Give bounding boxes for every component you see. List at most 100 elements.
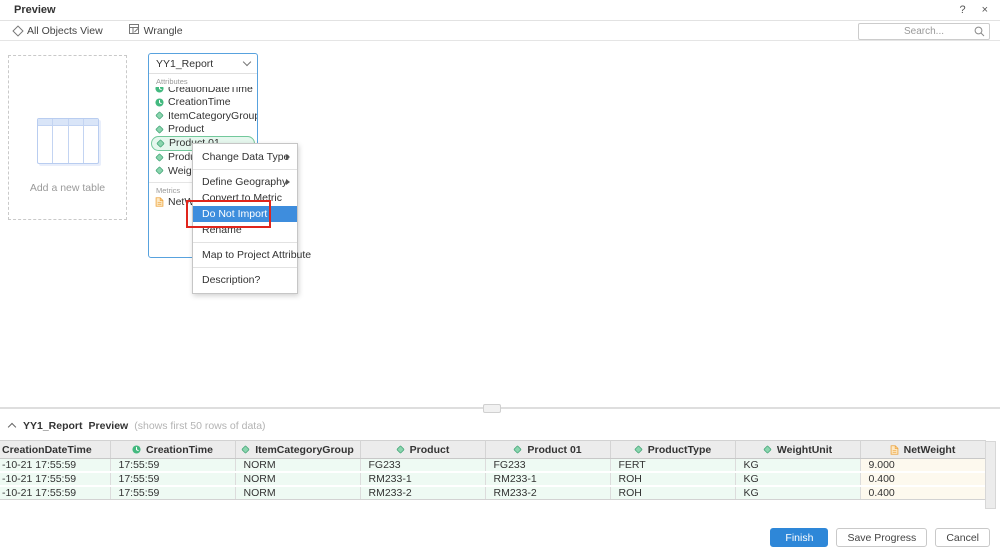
attribute-item-creationdatetime[interactable]: CreationDateTime xyxy=(149,87,257,96)
attribute-item-creationtime[interactable]: CreationTime xyxy=(149,96,257,110)
table-cell: NORM xyxy=(235,472,360,486)
table-cell: 17:55:59 xyxy=(110,486,235,500)
attribute-diamond-icon xyxy=(396,445,405,454)
clock-icon xyxy=(155,87,164,93)
search-placeholder: Search... xyxy=(904,26,944,37)
all-objects-view-label: All Objects View xyxy=(27,25,103,37)
search-input[interactable]: Search... xyxy=(858,23,990,40)
preview-label: Preview xyxy=(89,420,129,432)
all-objects-view-button[interactable]: All Objects View xyxy=(14,25,103,37)
add-table-label: Add a new table xyxy=(9,182,126,194)
column-header-product-01[interactable]: Product 01 xyxy=(485,441,610,459)
table-cell: -10-21 17:55:59 xyxy=(0,486,110,500)
attribute-diamond-icon xyxy=(241,445,250,454)
table-cell: ROH xyxy=(610,472,735,486)
table-cell: 0.400 xyxy=(860,472,985,486)
column-header-label: NetWeight xyxy=(904,444,956,456)
table-cell: ROH xyxy=(610,486,735,500)
column-header-label: ProductType xyxy=(648,444,711,456)
close-button[interactable]: × xyxy=(982,4,988,16)
column-header-producttype[interactable]: ProductType xyxy=(610,441,735,459)
all-objects-view-icon xyxy=(12,25,23,36)
attribute-diamond-icon xyxy=(513,445,522,454)
submenu-arrow-icon xyxy=(286,179,290,185)
preview-note: (shows first 50 rows of data) xyxy=(134,420,265,432)
attribute-item-label: CreationTime xyxy=(168,96,231,108)
clock-icon xyxy=(132,445,141,454)
preview-table-name: YY1_Report xyxy=(23,420,83,432)
collapse-chevron-icon[interactable] xyxy=(8,423,16,431)
attribute-item-product[interactable]: Product xyxy=(149,123,257,137)
column-header-itemcategorygroup[interactable]: ItemCategoryGroup xyxy=(235,441,360,459)
menu-item-do-not-import[interactable]: Do Not Import xyxy=(193,206,297,222)
attribute-diamond-icon xyxy=(763,445,772,454)
column-header-label: WeightUnit xyxy=(777,444,832,456)
metric-icon xyxy=(890,445,899,455)
table-header-row: CreationDateTime CreationTimeItemCategory… xyxy=(0,441,985,459)
attribute-diamond-icon xyxy=(156,139,165,148)
attribute-item-label: Product xyxy=(168,123,204,135)
dataset-card-header[interactable]: YY1_Report xyxy=(149,54,257,74)
clock-icon xyxy=(155,98,164,107)
menu-item-description-[interactable]: Description? xyxy=(193,272,297,288)
table-cell: NORM xyxy=(235,486,360,500)
table-cell: FERT xyxy=(610,459,735,473)
add-new-table-dropzone[interactable]: Add a new table xyxy=(8,55,127,220)
attribute-diamond-icon xyxy=(155,125,164,134)
table-cell: 0.400 xyxy=(860,486,985,500)
menu-item-convert-to-metric[interactable]: Convert to Metric xyxy=(193,190,297,206)
dataset-title: YY1_Report xyxy=(156,58,244,70)
wrangle-button[interactable]: Wrangle xyxy=(129,24,183,37)
menu-item-change-data-type[interactable]: Change Data Type xyxy=(193,149,297,165)
attributes-section-label: Attributes xyxy=(149,74,257,87)
column-header-label: Product xyxy=(410,444,450,456)
attribute-item-itemcategorygroup[interactable]: ItemCategoryGroup xyxy=(149,109,257,123)
save-progress-button[interactable]: Save Progress xyxy=(836,528,927,547)
table-cell: KG xyxy=(735,459,860,473)
column-header-product[interactable]: Product xyxy=(360,441,485,459)
column-header-netweight[interactable]: NetWeight xyxy=(860,441,985,459)
table-scrollbar[interactable] xyxy=(985,441,996,509)
table-row: -10-21 17:55:5917:55:59NORMRM233-2RM233-… xyxy=(0,486,985,500)
column-header-label: Product 01 xyxy=(527,444,581,456)
table-cell: 17:55:59 xyxy=(110,472,235,486)
table-icon xyxy=(37,118,99,164)
table-cell: -10-21 17:55:59 xyxy=(0,472,110,486)
chevron-down-icon xyxy=(243,58,251,66)
table-cell: NORM xyxy=(235,459,360,473)
cancel-button[interactable]: Cancel xyxy=(935,528,990,547)
wrangle-icon xyxy=(129,24,139,37)
table-cell: 17:55:59 xyxy=(110,459,235,473)
preview-table-container: CreationDateTime CreationTimeItemCategory… xyxy=(0,440,1000,510)
context-menu: Change Data Type Define GeographyConvert … xyxy=(192,143,298,294)
column-header-creationdatetime[interactable]: CreationDateTime xyxy=(0,441,110,459)
menu-divider xyxy=(193,169,297,170)
table-row: -10-21 17:55:5917:55:59NORMRM233-1RM233-… xyxy=(0,472,985,486)
menu-divider xyxy=(193,267,297,268)
splitter-grip-icon[interactable] xyxy=(483,404,501,413)
attribute-item-label: ItemCategoryGroup xyxy=(168,110,257,122)
toolbar: All Objects View Wrangle Search... xyxy=(0,21,1000,41)
title-bar: Preview ? × xyxy=(0,0,1000,21)
menu-item-define-geography[interactable]: Define Geography xyxy=(193,174,297,190)
help-button[interactable]: ? xyxy=(959,4,965,16)
column-header-label: CreationDateTime xyxy=(2,444,92,456)
table-cell: RM233-1 xyxy=(485,472,610,486)
column-header-weightunit[interactable]: WeightUnit xyxy=(735,441,860,459)
import-canvas: Add a new table YY1_Report Attributes Cr… xyxy=(0,41,1000,406)
menu-item-map-to-project-attribute[interactable]: Map to Project Attribute xyxy=(193,247,297,263)
search-icon xyxy=(974,26,985,37)
table-cell: 9.000 xyxy=(860,459,985,473)
table-cell: KG xyxy=(735,486,860,500)
table-cell: KG xyxy=(735,472,860,486)
column-header-creationtime[interactable]: CreationTime xyxy=(110,441,235,459)
finish-button[interactable]: Finish xyxy=(770,528,828,547)
table-cell: RM233-2 xyxy=(485,486,610,500)
table-cell: FG233 xyxy=(360,459,485,473)
attribute-diamond-icon xyxy=(155,166,164,175)
menu-item-rename[interactable]: Rename xyxy=(193,222,297,238)
metric-icon xyxy=(155,197,164,207)
table-cell: RM233-1 xyxy=(360,472,485,486)
submenu-arrow-icon xyxy=(286,154,290,160)
attribute-item-label: CreationDateTime xyxy=(168,87,253,95)
